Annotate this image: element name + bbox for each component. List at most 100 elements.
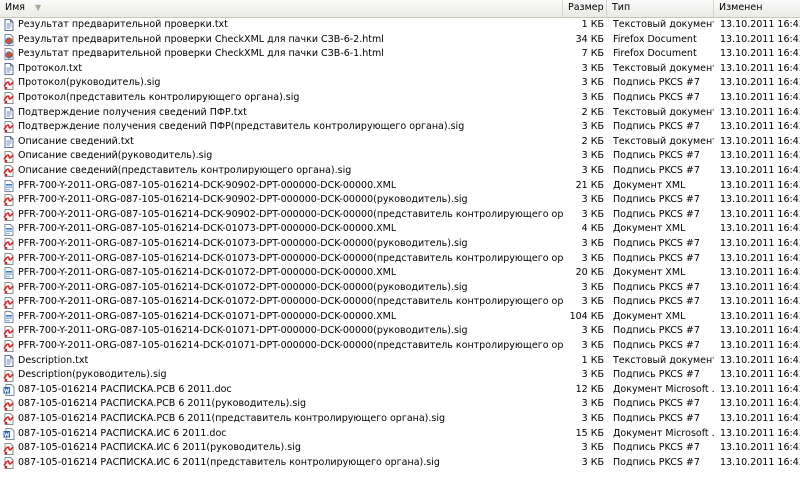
file-row[interactable]: PFR-700-Y-2011-ORG-087-105-016214-DCK-01… <box>0 310 800 325</box>
column-header-name[interactable]: Имя ▼ <box>0 0 563 17</box>
file-row[interactable]: PFR-700-Y-2011-ORG-087-105-016214-DCK-01… <box>0 252 800 267</box>
file-row[interactable]: Описание сведений(руководитель).sig 3 КБ П… <box>0 149 800 164</box>
file-name-cell[interactable]: Описание сведений(представитель контроли… <box>0 164 563 179</box>
signature-file-icon <box>3 252 15 265</box>
file-name-cell[interactable]: PFR-700-Y-2011-ORG-087-105-016214-DCK-01… <box>0 339 563 354</box>
file-row[interactable]: PFR-700-Y-2011-ORG-087-105-016214-DCK-90… <box>0 208 800 223</box>
file-size: 3 КБ <box>581 164 604 176</box>
file-name-cell[interactable]: 087-105-016214 РАСПИСКА.ИС 6 2011(руково… <box>0 441 563 456</box>
file-size: 3 КБ <box>581 369 604 381</box>
file-name-cell[interactable]: PFR-700-Y-2011-ORG-087-105-016214-DCK-01… <box>0 310 563 325</box>
file-name-cell[interactable]: Подтверждение получения сведений ПФР(пре… <box>0 120 563 135</box>
file-row[interactable]: PFR-700-Y-2011-ORG-087-105-016214-DCK-01… <box>0 266 800 281</box>
file-name-cell[interactable]: 087-105-016214 РАСПИСКА.РСВ 6 2011(предс… <box>0 412 563 427</box>
signature-file-icon <box>3 296 15 309</box>
file-name: Протокол.txt <box>18 62 83 74</box>
file-row[interactable]: 087-105-016214 РАСПИСКА.ИС 6 2011.doc 15 … <box>0 427 800 442</box>
file-row[interactable]: PFR-700-Y-2011-ORG-087-105-016214-DCK-01… <box>0 281 800 296</box>
file-row[interactable]: PFR-700-Y-2011-ORG-087-105-016214-DCK-90… <box>0 179 800 194</box>
file-size: 2 КБ <box>581 135 604 147</box>
sort-descending-icon: ▼ <box>35 3 42 12</box>
file-modified-date: 13.10.2011 16:43 <box>720 340 800 352</box>
file-size: 3 КБ <box>581 340 604 352</box>
file-name-cell[interactable]: Результат предварительной проверки Check… <box>0 47 563 62</box>
signature-file-icon <box>3 209 15 222</box>
file-row[interactable]: PFR-700-Y-2011-ORG-087-105-016214-DCK-90… <box>0 193 800 208</box>
file-name-cell[interactable]: Протокол.txt <box>0 62 563 77</box>
file-name-cell[interactable]: PFR-700-Y-2011-ORG-087-105-016214-DCK-01… <box>0 237 563 252</box>
file-row[interactable]: Результат предварительной проверки Check… <box>0 47 800 62</box>
file-name-cell[interactable]: Description(руководитель).sig <box>0 368 563 383</box>
file-name: PFR-700-Y-2011-ORG-087-105-016214-DCK-01… <box>18 252 563 264</box>
file-size: 15 КБ <box>575 427 604 439</box>
file-name-cell[interactable]: Протокол(представитель контролирующего о… <box>0 91 563 106</box>
file-name-cell[interactable]: PFR-700-Y-2011-ORG-087-105-016214-DCK-01… <box>0 281 563 296</box>
xml-file-icon <box>3 223 15 236</box>
file-row[interactable]: Результат предварительной проверки.txt 1 … <box>0 18 800 33</box>
file-name-cell[interactable]: PFR-700-Y-2011-ORG-087-105-016214-DCK-01… <box>0 252 563 267</box>
file-name-cell[interactable]: Протокол(руководитель).sig <box>0 76 563 91</box>
file-row[interactable]: 087-105-016214 РАСПИСКА.ИС 6 2011(предст… <box>0 456 800 471</box>
file-name: PFR-700-Y-2011-ORG-087-105-016214-DCK-01… <box>18 237 468 249</box>
column-header-size[interactable]: Размер <box>563 0 607 17</box>
file-type: Документ XML <box>613 267 686 279</box>
column-header-date[interactable]: Изменен <box>714 0 800 17</box>
file-name-cell[interactable]: Результат предварительной проверки Check… <box>0 33 563 48</box>
file-row[interactable]: PFR-700-Y-2011-ORG-087-105-016214-DCK-01… <box>0 295 800 310</box>
file-row[interactable]: Описание сведений(представитель контроли… <box>0 164 800 179</box>
file-name-cell[interactable]: Description.txt <box>0 354 563 369</box>
signature-file-icon <box>3 340 15 353</box>
xml-file-icon <box>3 267 15 280</box>
file-row[interactable]: PFR-700-Y-2011-ORG-087-105-016214-DCK-01… <box>0 339 800 354</box>
file-modified-date: 13.10.2011 16:43 <box>720 237 800 249</box>
file-row[interactable]: Подтверждение получения сведений ПФР(пре… <box>0 120 800 135</box>
column-header-type[interactable]: Тип <box>607 0 714 17</box>
file-modified-date: 13.10.2011 16:43 <box>720 383 800 395</box>
file-row[interactable]: Описание сведений.txt 2 КБ Текстовый докум… <box>0 135 800 150</box>
file-name-cell[interactable]: 087-105-016214 РАСПИСКА.РСВ 6 2011(руков… <box>0 397 563 412</box>
file-modified-date: 13.10.2011 16:43 <box>720 121 800 133</box>
file-type: Текстовый документ <box>613 19 714 30</box>
file-name-cell[interactable]: PFR-700-Y-2011-ORG-087-105-016214-DCK-90… <box>0 179 563 194</box>
file-row[interactable]: PFR-700-Y-2011-ORG-087-105-016214-DCK-01… <box>0 324 800 339</box>
file-row[interactable]: Протокол(руководитель).sig 3 КБ Подпись PK… <box>0 76 800 91</box>
file-row[interactable]: Протокол(представитель контролирующего о… <box>0 91 800 106</box>
file-modified-date: 13.10.2011 16:43 <box>720 442 800 454</box>
file-type: Подпись PKCS #7 <box>613 325 700 337</box>
file-modified-date: 13.10.2011 16:43 <box>720 33 800 45</box>
file-row[interactable]: Протокол.txt 3 КБ Текстовый документ 13.10.… <box>0 62 800 77</box>
file-row[interactable]: 087-105-016214 РАСПИСКА.РСВ 6 2011(предс… <box>0 412 800 427</box>
file-name-cell[interactable]: 087-105-016214 РАСПИСКА.ИС 6 2011(предст… <box>0 456 563 471</box>
file-row[interactable]: Подтверждение получения сведений ПФР.txt… <box>0 106 800 121</box>
file-row[interactable]: PFR-700-Y-2011-ORG-087-105-016214-DCK-01… <box>0 237 800 252</box>
column-header-type-label: Тип <box>612 2 631 13</box>
file-row[interactable]: PFR-700-Y-2011-ORG-087-105-016214-DCK-01… <box>0 222 800 237</box>
file-row[interactable]: Description(руководитель).sig 3 КБ Подпись… <box>0 368 800 383</box>
file-name-cell[interactable]: 087-105-016214 РАСПИСКА.РСВ 6 2011.doc <box>0 383 563 398</box>
file-name-cell[interactable]: Подтверждение получения сведений ПФР.txt <box>0 106 563 121</box>
file-row[interactable]: Результат предварительной проверки Check… <box>0 33 800 48</box>
file-type: Документ XML <box>613 223 686 235</box>
file-name-cell[interactable]: PFR-700-Y-2011-ORG-087-105-016214-DCK-90… <box>0 193 563 208</box>
file-name-cell[interactable]: 087-105-016214 РАСПИСКА.ИС 6 2011.doc <box>0 427 563 442</box>
file-name: Description.txt <box>18 354 89 366</box>
file-size: 4 КБ <box>581 223 604 235</box>
file-row[interactable]: 087-105-016214 РАСПИСКА.РСВ 6 2011.doc 12… <box>0 383 800 398</box>
file-row[interactable]: Description.txt 1 КБ Текстовый документ 13.… <box>0 354 800 369</box>
file-row[interactable]: 087-105-016214 РАСПИСКА.ИС 6 2011(руково… <box>0 441 800 456</box>
file-name-cell[interactable]: Результат предварительной проверки.txt <box>0 18 563 33</box>
file-modified-date: 13.10.2011 16:43 <box>720 91 800 103</box>
signature-file-icon <box>3 442 15 455</box>
file-name-cell[interactable]: PFR-700-Y-2011-ORG-087-105-016214-DCK-01… <box>0 295 563 310</box>
file-name-cell[interactable]: PFR-700-Y-2011-ORG-087-105-016214-DCK-01… <box>0 222 563 237</box>
file-name: Протокол(руководитель).sig <box>18 77 161 89</box>
file-name-cell[interactable]: PFR-700-Y-2011-ORG-087-105-016214-DCK-01… <box>0 324 563 339</box>
file-name: Описание сведений(руководитель).sig <box>18 150 213 162</box>
file-row[interactable]: 087-105-016214 РАСПИСКА.РСВ 6 2011(руков… <box>0 397 800 412</box>
file-name-cell[interactable]: Описание сведений(руководитель).sig <box>0 149 563 164</box>
signature-file-icon <box>3 398 15 411</box>
file-name-cell[interactable]: PFR-700-Y-2011-ORG-087-105-016214-DCK-90… <box>0 208 563 223</box>
file-name: 087-105-016214 РАСПИСКА.РСВ 6 2011(руков… <box>18 398 307 410</box>
file-name-cell[interactable]: PFR-700-Y-2011-ORG-087-105-016214-DCK-01… <box>0 266 563 281</box>
file-name-cell[interactable]: Описание сведений.txt <box>0 135 563 150</box>
